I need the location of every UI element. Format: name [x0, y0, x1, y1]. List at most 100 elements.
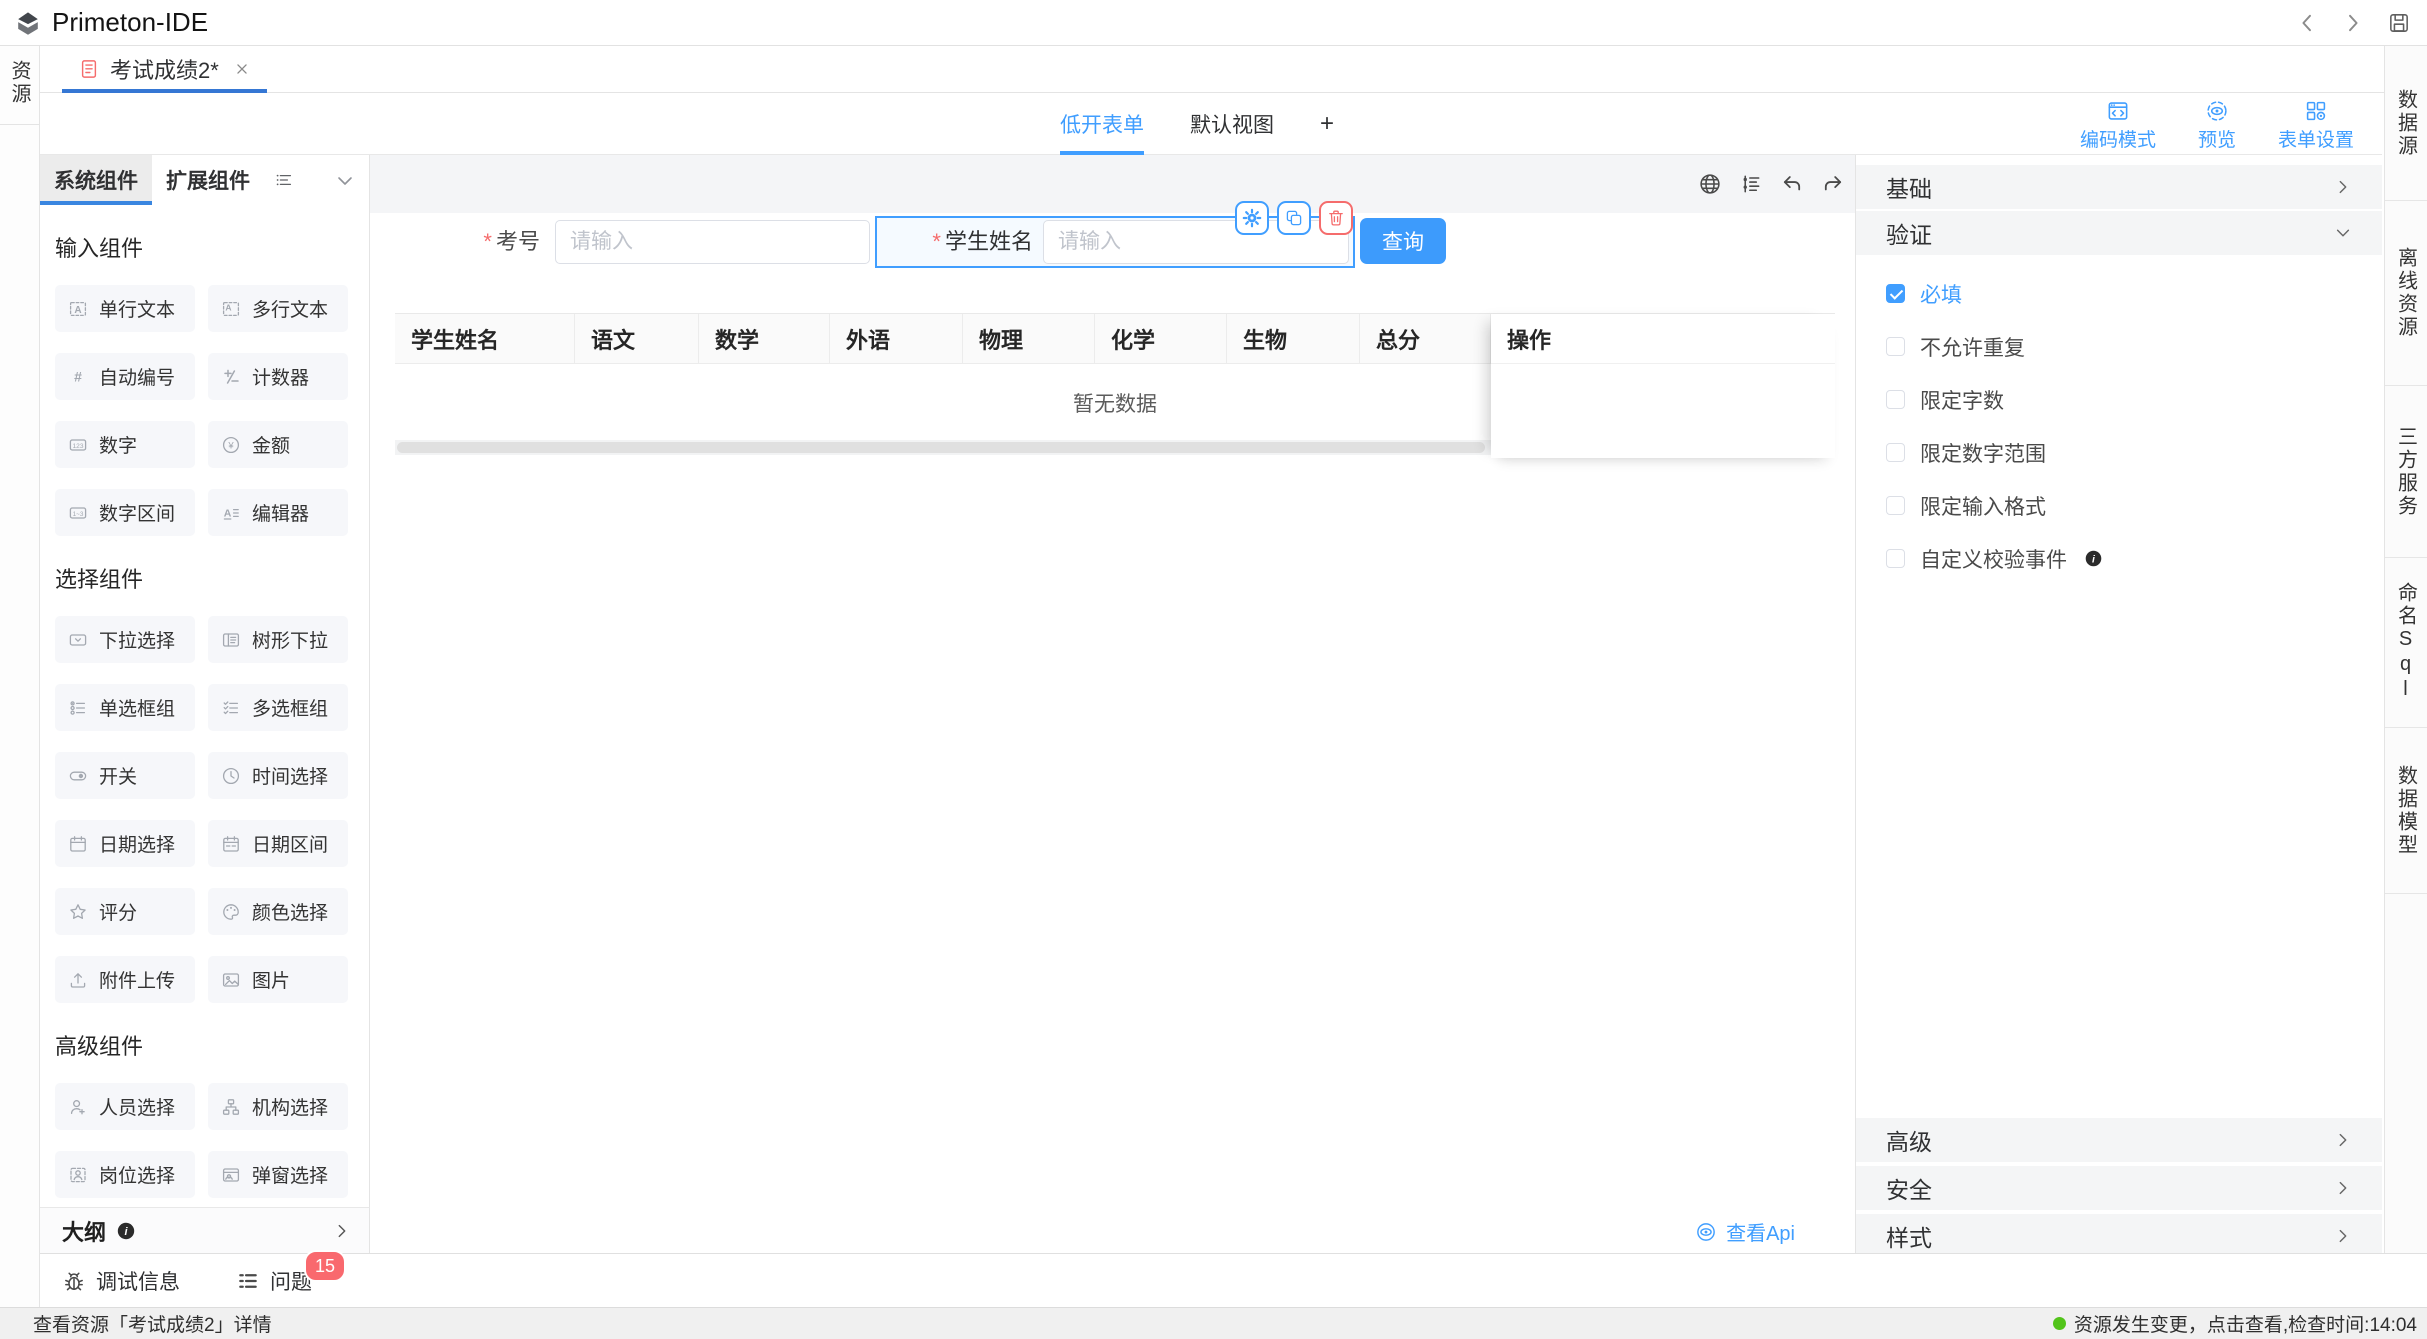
date-range-icon	[221, 834, 241, 854]
copy-component-button[interactable]	[1277, 201, 1311, 235]
component-card-single-text[interactable]: A单行文本	[55, 285, 195, 332]
app-logo-icon	[14, 9, 42, 37]
undo-icon[interactable]	[1780, 172, 1804, 196]
component-card-date-range[interactable]: 日期区间	[208, 820, 348, 867]
right-strip-item[interactable]: 数据模型	[2385, 728, 2427, 894]
field-label-student-name: *学生姓名	[883, 218, 1033, 266]
section-style[interactable]: 样式	[1856, 1214, 2382, 1258]
component-palette: 系统组件 扩展组件 输入组件A单行文本A多行文本#自动编号计数器123数字¥金额…	[40, 155, 370, 1207]
component-card-color-picker[interactable]: 颜色选择	[208, 888, 348, 935]
view-api-link[interactable]: 查看Api	[1695, 1217, 1795, 1246]
component-card-switch[interactable]: 开关	[55, 752, 195, 799]
palette-grid: 下拉选择树形下拉单选框组多选框组开关时间选择日期选择日期区间评分颜色选择附件上传…	[40, 616, 369, 1003]
section-advanced[interactable]: 高级	[1856, 1118, 2382, 1162]
section-validation[interactable]: 验证	[1856, 211, 2382, 255]
number-icon: 123	[68, 435, 88, 455]
component-card-editor[interactable]: A编辑器	[208, 489, 348, 536]
component-card-number[interactable]: 123数字	[55, 421, 195, 468]
delete-component-button[interactable]	[1319, 201, 1353, 235]
redo-icon[interactable]	[1821, 172, 1845, 196]
component-card-position-select[interactable]: 岗位选择	[55, 1151, 195, 1198]
gear-icon	[1242, 208, 1262, 228]
palette-tab-extended[interactable]: 扩展组件	[152, 155, 264, 205]
component-card-date-picker[interactable]: 日期选择	[55, 820, 195, 867]
component-card-number-range[interactable]: 1~3数字区间	[55, 489, 195, 536]
upload-icon	[68, 970, 88, 990]
right-strip-item[interactable]: 命名Sql	[2385, 558, 2427, 728]
component-card-image[interactable]: 图片	[208, 956, 348, 1003]
view-tab-default-view[interactable]: 默认视图	[1190, 93, 1274, 155]
number-range-icon: 1~3	[68, 503, 88, 523]
editor-icon: A	[221, 503, 241, 523]
palette-tab-system[interactable]: 系统组件	[40, 155, 152, 205]
table-header-cell: 外语	[830, 314, 963, 363]
table-header-cell: 物理	[963, 314, 1095, 363]
info-icon[interactable]: i	[2084, 549, 2103, 568]
primeton-ide-window: Primeton-IDE 资源 考试成绩2* 低开表单 默认视图 +	[0, 0, 2427, 1339]
multi-text-icon: A	[221, 299, 241, 319]
component-card-currency[interactable]: ¥金额	[208, 421, 348, 468]
save-icon[interactable]	[2387, 11, 2411, 35]
back-icon[interactable]	[2295, 11, 2319, 35]
scrollbar-thumb[interactable]	[397, 442, 1485, 453]
svg-text:123: 123	[72, 443, 83, 450]
image-icon	[221, 970, 241, 990]
table-header-cell: 化学	[1095, 314, 1227, 363]
close-icon[interactable]	[233, 60, 251, 78]
left-activity-strip: 资源	[0, 46, 40, 1307]
position-select-icon	[68, 1165, 88, 1185]
outline-tree-icon[interactable]	[1739, 172, 1763, 196]
tab-exam-score[interactable]: 考试成绩2*	[62, 46, 267, 92]
component-card-time-picker[interactable]: 时间选择	[208, 752, 348, 799]
form-settings-icon	[2304, 99, 2328, 123]
code-mode-button[interactable]: 编码模式	[2080, 99, 2156, 152]
preview-button[interactable]: 预览	[2198, 99, 2236, 152]
component-card-radio-group[interactable]: 单选框组	[55, 684, 195, 731]
palette-config-icon[interactable]	[274, 170, 294, 190]
checkbox[interactable]	[1886, 443, 1905, 462]
checkbox[interactable]	[1886, 390, 1905, 409]
component-card-rating[interactable]: 评分	[55, 888, 195, 935]
globe-icon[interactable]	[1698, 172, 1722, 196]
component-card-checkbox-group[interactable]: 多选框组	[208, 684, 348, 731]
component-settings-button[interactable]	[1235, 201, 1269, 235]
right-strip-item[interactable]: 数据源	[2385, 46, 2427, 201]
document-tabbar: 考试成绩2*	[40, 46, 2427, 93]
checkbox[interactable]	[1886, 549, 1905, 568]
status-left-text[interactable]: 查看资源「考试成绩2」详情	[33, 1310, 272, 1337]
forward-icon[interactable]	[2341, 11, 2365, 35]
component-card-auto-number[interactable]: #自动编号	[55, 353, 195, 400]
section-security[interactable]: 安全	[1856, 1166, 2382, 1210]
component-card-person-select[interactable]: 人员选择	[55, 1083, 195, 1130]
component-card-org-select[interactable]: 机构选择	[208, 1083, 348, 1130]
form-settings-button[interactable]: 表单设置	[2278, 99, 2354, 152]
checkbox[interactable]	[1886, 496, 1905, 515]
debug-info-button[interactable]: 调试信息	[62, 1266, 180, 1296]
search-button[interactable]: 查询	[1360, 218, 1446, 264]
add-view-button[interactable]: +	[1320, 93, 1334, 155]
sidebar-item-resources[interactable]: 资源	[0, 46, 39, 125]
section-basic[interactable]: 基础	[1856, 165, 2382, 209]
component-card-tree-dropdown[interactable]: 树形下拉	[208, 616, 348, 663]
rating-icon	[68, 902, 88, 922]
table-header-cell: 语文	[575, 314, 699, 363]
checkbox[interactable]	[1886, 337, 1905, 356]
chevron-down-icon[interactable]	[335, 171, 355, 191]
form-file-icon	[78, 58, 100, 80]
problems-button[interactable]: 问题 15	[236, 1266, 312, 1296]
checkbox[interactable]	[1886, 284, 1905, 303]
right-strip-item[interactable]: 离线资源	[2385, 201, 2427, 386]
status-bar: 查看资源「考试成绩2」详情 资源发生变更，点击查看,检查时间:14:04	[0, 1307, 2427, 1339]
outline-toggle[interactable]: 大纲 i	[40, 1207, 370, 1253]
component-card-popup-select[interactable]: 弹窗选择	[208, 1151, 348, 1198]
status-right-text[interactable]: 资源发生变更，点击查看,检查时间:14:04	[2053, 1310, 2417, 1337]
component-card-dropdown[interactable]: 下拉选择	[55, 616, 195, 663]
svg-text:A: A	[224, 507, 232, 519]
component-card-upload[interactable]: 附件上传	[55, 956, 195, 1003]
component-card-counter[interactable]: 计数器	[208, 353, 348, 400]
component-card-multi-text[interactable]: A多行文本	[208, 285, 348, 332]
right-strip-item[interactable]: 三方服务	[2385, 386, 2427, 558]
exam-no-input[interactable]	[555, 220, 870, 264]
currency-icon: ¥	[221, 435, 241, 455]
view-tab-lowcode-form[interactable]: 低开表单	[1060, 93, 1144, 155]
